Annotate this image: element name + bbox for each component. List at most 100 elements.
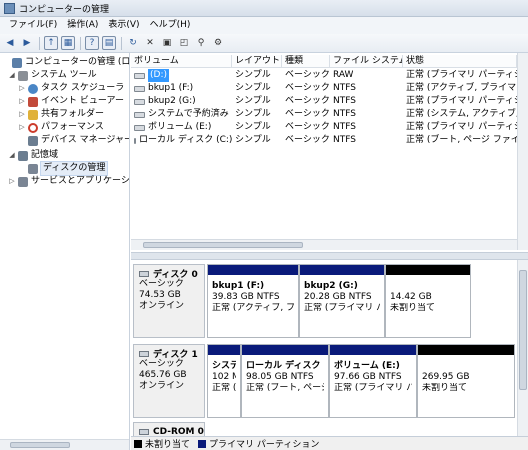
partition-bkup2[interactable]: bkup2 (G:) 20.28 GB NTFS 正常 (プライマリ パ- <box>299 264 385 338</box>
menu-action[interactable]: 操作(A) <box>62 17 103 34</box>
volume-icon <box>134 124 145 131</box>
scrollbar-thumb[interactable] <box>143 242 303 248</box>
table-row[interactable]: (D:) シンプル ベーシック RAW 正常 (プライマリ パーティション <box>131 69 528 82</box>
cell-filesystem: NTFS <box>333 96 356 106</box>
partition-status: 正常 (プライマリ パ- <box>304 303 380 313</box>
open-icon[interactable]: ◰ <box>177 36 191 50</box>
menu-view[interactable]: 表示(V) <box>103 17 144 34</box>
volume-list-horizontal-scrollbar[interactable] <box>131 239 517 250</box>
tree-item-shared-folders[interactable]: ▷ 共有フォルダー <box>18 108 104 121</box>
tree-twisty[interactable]: ▷ <box>18 95 26 108</box>
scrollbar-thumb[interactable] <box>10 442 70 448</box>
column-header-type[interactable]: 種類 <box>282 55 330 68</box>
partition-status: 正常 (アクティブ, プラ <box>212 303 294 313</box>
properties-icon[interactable]: ▣ <box>160 36 174 50</box>
column-header-volume[interactable]: ボリューム <box>131 55 232 68</box>
tree-twisty[interactable]: ▷ <box>18 82 26 95</box>
refresh-icon[interactable]: ↻ <box>126 36 140 50</box>
partition-status: 正常 (: <box>212 383 236 393</box>
partition-bkup1[interactable]: bkup1 (F:) 39.83 GB NTFS 正常 (アクティブ, プラ <box>207 264 299 338</box>
cell-status: 正常 (プライマリ パーティション <box>406 70 517 80</box>
pane-splitter[interactable] <box>131 252 528 260</box>
tree-item-label: イベント ビューアー <box>41 96 124 106</box>
volume-list-vertical-scrollbar[interactable] <box>517 53 528 250</box>
cell-type: ベーシック <box>285 122 330 132</box>
table-row[interactable]: bkup1 (F:) シンプル ベーシック NTFS 正常 (アクティブ, プラ… <box>131 82 528 95</box>
tree-twisty[interactable]: ▷ <box>18 121 26 134</box>
partition-status: 正常 (プライマリ パ- <box>334 383 412 393</box>
window-title: コンピューターの管理 <box>19 4 110 15</box>
menu-file[interactable]: ファイル(F) <box>4 17 62 34</box>
tree-item-services-applications[interactable]: ▷ サービスとアプリケーショ <box>8 175 129 188</box>
cell-filesystem: NTFS <box>333 109 356 119</box>
help-icon[interactable]: ? <box>85 36 99 50</box>
tree-horizontal-scrollbar[interactable] <box>0 439 129 450</box>
tree-item-storage[interactable]: ◢ 記憶域 <box>8 149 58 162</box>
partition-volume-e[interactable]: ボリューム (E:) 97.66 GB NTFS 正常 (プライマリ パ- <box>329 344 417 418</box>
tree-item-task-scheduler[interactable]: ▷ タスク スケジューラ <box>18 82 124 95</box>
tree-item-performance[interactable]: ▷ パフォーマンス <box>18 121 104 134</box>
partition-system-reserved[interactable]: システ 102 MI 正常 (: <box>207 344 241 418</box>
tree-item-device-manager[interactable]: デバイス マネージャー <box>18 134 129 147</box>
search-icon[interactable]: ⚲ <box>194 36 208 50</box>
cell-type: ベーシック <box>285 70 330 80</box>
tree-twisty[interactable]: ◢ <box>8 149 16 162</box>
partition-bar <box>208 265 298 275</box>
disk-1-label[interactable]: ディスク 1 ベーシック 465.76 GB オンライン <box>133 344 205 418</box>
partition-body: 14.42 GB 未割り当て <box>388 277 468 333</box>
partition-size: 20.28 GB NTFS <box>304 292 372 302</box>
column-header-status[interactable]: 状態 <box>403 55 517 68</box>
tree-item-system-tools[interactable]: ◢ システム ツール <box>8 69 97 82</box>
cell-status: 正常 (プライマリ パーティション <box>406 96 517 106</box>
delete-icon[interactable]: ✕ <box>143 36 157 50</box>
disk-name: ディスク 0 <box>139 268 204 280</box>
forward-arrow-icon[interactable]: ▶ <box>20 36 34 50</box>
partition-name: bkup1 (F:) <box>212 281 265 291</box>
disk-0-label[interactable]: ディスク 0 ベーシック 74.53 GB オンライン <box>133 264 205 338</box>
event-viewer-icon <box>28 96 38 107</box>
up-folder-icon[interactable]: ↑ <box>44 36 58 50</box>
tree-twisty[interactable]: ◢ <box>8 69 16 82</box>
toolbar-separator <box>121 36 122 50</box>
menu-help[interactable]: ヘルプ(H) <box>145 17 196 34</box>
cell-volume: (D:) <box>131 69 232 82</box>
disk-map-vertical-scrollbar[interactable] <box>517 260 528 436</box>
show-hide-tree-icon[interactable]: ▦ <box>61 36 75 50</box>
cell-layout: シンプル <box>235 70 271 80</box>
column-header-filesystem[interactable]: ファイル システム <box>330 55 403 68</box>
partition-bar <box>242 345 328 355</box>
partition-size: 269.95 GB <box>422 372 470 382</box>
cell-volume: bkup1 (F:) <box>131 82 232 95</box>
volume-icon <box>134 98 145 105</box>
column-header-layout[interactable]: レイアウト <box>232 55 282 68</box>
partition-unallocated-disk0[interactable]: 14.42 GB 未割り当て <box>385 264 471 338</box>
tree-twisty[interactable]: ▷ <box>18 108 26 121</box>
settings-icon[interactable]: ⚙ <box>211 36 225 50</box>
table-row[interactable]: ボリューム (E:) シンプル ベーシック NTFS 正常 (プライマリ パーテ… <box>131 121 528 134</box>
cell-status: 正常 (プライマリ パーティション <box>406 122 517 132</box>
partition-size: 39.83 GB NTFS <box>212 292 280 302</box>
tree-item-computer-management[interactable]: コンピューターの管理 (ロー力 <box>2 56 129 69</box>
table-row[interactable]: ローカル ディスク (C:) シンプル ベーシック NTFS 正常 (ブート, … <box>131 134 528 147</box>
partition-status: 未割り当て <box>422 383 468 393</box>
toolbar-separator <box>80 36 81 50</box>
partition-local-disk-c[interactable]: ローカル ディスク ( 98.05 GB NTFS 正常 (ブート, ページ <box>241 344 329 418</box>
partition-body: ローカル ディスク ( 98.05 GB NTFS 正常 (ブート, ページ <box>244 357 326 413</box>
partition-unallocated-disk1[interactable]: 269.95 GB 未割り当て <box>417 344 515 418</box>
disk-icon <box>139 270 149 277</box>
partition-bar <box>208 345 240 355</box>
back-arrow-icon[interactable]: ◀ <box>3 36 17 50</box>
table-row[interactable]: システムで予約済み シンプル ベーシック NTFS 正常 (システム, アクティ… <box>131 108 528 121</box>
tree-item-event-viewer[interactable]: ▷ イベント ビューアー <box>18 95 124 108</box>
table-row[interactable]: bkup2 (G:) シンプル ベーシック NTFS 正常 (プライマリ パーテ… <box>131 95 528 108</box>
partition-body: ボリューム (E:) 97.66 GB NTFS 正常 (プライマリ パ- <box>332 357 414 413</box>
scrollbar-thumb[interactable] <box>519 270 527 390</box>
volume-icon <box>134 85 145 92</box>
tree-twisty[interactable]: ▷ <box>8 175 16 188</box>
partition-name <box>422 360 510 372</box>
cdrom-icon <box>139 428 149 435</box>
properties-pane-icon[interactable]: ▤ <box>102 36 116 50</box>
tree-item-disk-management[interactable]: ディスクの管理 <box>18 161 109 176</box>
partition-name: ボリューム (E:) <box>334 361 400 371</box>
tree-item-label: パフォーマンス <box>41 122 104 132</box>
